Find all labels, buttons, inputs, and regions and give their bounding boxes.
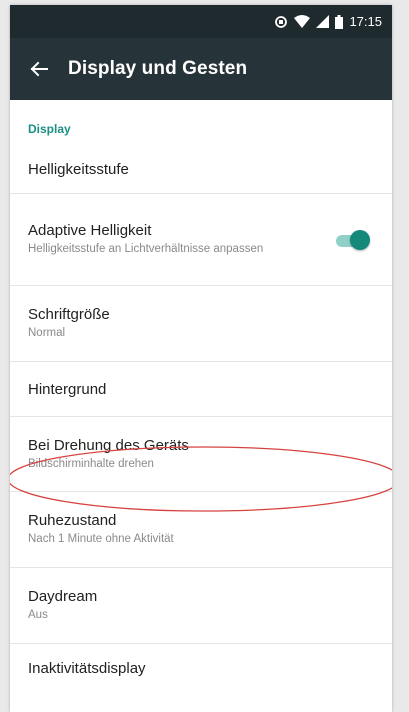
setting-sleep[interactable]: Ruhezustand Nach 1 Minute ohne Aktivität bbox=[10, 492, 392, 568]
section-header-display: Display bbox=[28, 122, 71, 136]
setting-title: Adaptive Helligkeit bbox=[28, 222, 152, 239]
setting-device-rotation[interactable]: Bei Drehung des Geräts Bildschirminhalte… bbox=[10, 417, 392, 492]
setting-adaptive-brightness[interactable]: Adaptive Helligkeit Helligkeitsstufe an … bbox=[10, 194, 392, 286]
setting-summary: Bildschirminhalte drehen bbox=[28, 457, 154, 470]
signal-icon bbox=[316, 15, 330, 28]
setting-summary: Normal bbox=[28, 327, 66, 339]
setting-title: Bei Drehung des Geräts bbox=[28, 436, 189, 454]
battery-icon bbox=[335, 14, 344, 29]
sync-icon bbox=[274, 15, 288, 29]
setting-brightness-level[interactable]: Helligkeitsstufe bbox=[10, 145, 392, 194]
setting-title: Daydream bbox=[28, 588, 98, 605]
setting-title: Hintergrund bbox=[28, 380, 107, 398]
setting-ambient-display[interactable]: Inaktivitätsdisplay bbox=[10, 644, 392, 704]
status-time: 17:15 bbox=[349, 14, 382, 29]
setting-summary: Helligkeitsstufe an Lichtverhältnisse an… bbox=[28, 243, 264, 255]
phone-screen: 17:15 Display und Gesten Display Helligk… bbox=[10, 5, 392, 712]
setting-summary: Nach 1 Minute ohne Aktivität bbox=[28, 533, 174, 545]
settings-list: Display Helligkeitsstufe Adaptive Hellig… bbox=[10, 100, 392, 704]
setting-summary: Aus bbox=[28, 609, 48, 621]
adaptive-brightness-toggle[interactable] bbox=[334, 229, 370, 250]
setting-title: Ruhezustand bbox=[28, 512, 117, 529]
app-bar: Display und Gesten bbox=[10, 38, 392, 100]
toggle-thumb bbox=[350, 229, 370, 250]
arrow-back-icon bbox=[30, 61, 48, 77]
page-title: Display und Gesten bbox=[68, 58, 248, 79]
back-button[interactable] bbox=[10, 38, 68, 100]
setting-daydream[interactable]: Daydream Aus bbox=[10, 568, 392, 644]
setting-font-size[interactable]: Schriftgröße Normal bbox=[10, 286, 392, 362]
setting-title: Inaktivitätsdisplay bbox=[28, 660, 146, 677]
setting-wallpaper[interactable]: Hintergrund bbox=[10, 362, 392, 417]
status-bar: 17:15 bbox=[10, 5, 392, 38]
wifi-icon bbox=[294, 15, 311, 28]
setting-title: Helligkeitsstufe bbox=[28, 160, 129, 178]
setting-title: Schriftgröße bbox=[28, 306, 110, 323]
